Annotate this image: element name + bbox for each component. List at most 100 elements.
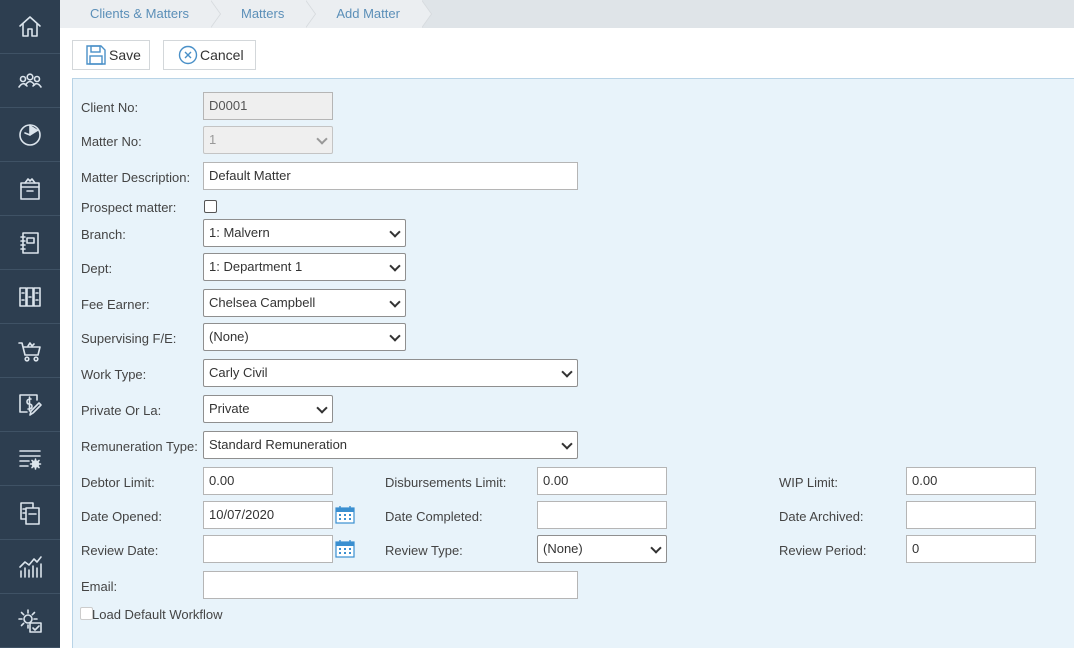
chevron-down-icon bbox=[561, 366, 573, 378]
email-label: Email: bbox=[81, 579, 118, 594]
sidebar-item-library[interactable] bbox=[0, 270, 60, 324]
remuneration-type-select[interactable]: Standard Remuneration bbox=[203, 431, 578, 459]
system-settings-icon bbox=[18, 608, 42, 633]
work-type-value: Carly Civil bbox=[209, 365, 268, 380]
sidebar-item-documents[interactable] bbox=[0, 486, 60, 540]
sidebar-item-notebook[interactable] bbox=[0, 216, 60, 270]
wip-limit-field[interactable]: 0.00 bbox=[906, 467, 1036, 495]
remuneration-type-label: Remuneration Type: bbox=[81, 439, 198, 454]
review-period-field[interactable]: 0 bbox=[906, 535, 1036, 563]
sidebar-item-archive[interactable] bbox=[0, 162, 60, 216]
date-completed-label: Date Completed: bbox=[385, 509, 483, 524]
chevron-down-icon bbox=[389, 260, 401, 272]
cancel-icon bbox=[178, 45, 198, 65]
add-matter-form: Client No: D0001 Matter No: 1 Matter Des… bbox=[72, 78, 1074, 648]
prospect-matter-checkbox[interactable] bbox=[204, 200, 217, 213]
client-no-label: Client No: bbox=[81, 100, 139, 115]
sidebar bbox=[0, 0, 60, 648]
date-archived-label: Date Archived: bbox=[779, 509, 864, 524]
date-completed-field[interactable] bbox=[537, 501, 667, 529]
sidebar-item-time[interactable] bbox=[0, 108, 60, 162]
cancel-button[interactable]: Cancel bbox=[163, 40, 256, 70]
save-button[interactable]: Save bbox=[72, 40, 150, 70]
review-date-label: Review Date: bbox=[81, 543, 159, 558]
matter-no-select[interactable]: 1 bbox=[203, 126, 333, 154]
work-type-label: Work Type: bbox=[81, 367, 147, 382]
fee-earner-label: Fee Earner: bbox=[81, 297, 150, 312]
chevron-down-icon bbox=[389, 330, 401, 342]
sidebar-item-system[interactable] bbox=[0, 594, 60, 648]
wip-limit-label: WIP Limit: bbox=[779, 475, 838, 490]
dept-value: 1: Department 1 bbox=[209, 259, 303, 274]
debtor-limit-label: Debtor Limit: bbox=[81, 475, 155, 490]
notebook-icon bbox=[20, 231, 39, 254]
library-icon bbox=[19, 286, 41, 307]
list-settings-icon bbox=[19, 449, 42, 470]
home-icon bbox=[19, 15, 41, 37]
cart-icon bbox=[18, 341, 41, 362]
sidebar-item-purchases[interactable] bbox=[0, 324, 60, 378]
reports-chart-icon bbox=[19, 555, 42, 578]
branch-label: Branch: bbox=[81, 227, 126, 242]
documents-icon bbox=[20, 501, 40, 525]
chevron-down-icon bbox=[316, 402, 328, 414]
dept-label: Dept: bbox=[81, 261, 113, 276]
billing-icon bbox=[19, 393, 42, 416]
work-type-select[interactable]: Carly Civil bbox=[203, 359, 578, 387]
matter-no-value: 1 bbox=[209, 132, 217, 147]
matter-no-label: Matter No: bbox=[81, 134, 142, 149]
debtor-limit-field[interactable]: 0.00 bbox=[203, 467, 333, 495]
review-type-select[interactable]: (None) bbox=[537, 535, 667, 563]
date-archived-field[interactable] bbox=[906, 501, 1036, 529]
load-default-workflow-label: Load Default Workflow bbox=[92, 607, 223, 622]
calendar-icon[interactable] bbox=[335, 540, 355, 558]
chevron-down-icon bbox=[316, 133, 328, 145]
chevron-down-icon bbox=[389, 226, 401, 238]
breadcrumb: Clients & Matters Matters Add Matter bbox=[60, 0, 1074, 28]
sidebar-item-billing[interactable] bbox=[0, 378, 60, 432]
sidebar-item-clients[interactable] bbox=[0, 54, 60, 108]
save-icon bbox=[86, 45, 106, 65]
email-field[interactable] bbox=[203, 571, 578, 599]
toolbar: Save Cancel bbox=[60, 28, 1074, 78]
save-label: Save bbox=[109, 47, 141, 63]
breadcrumb-matters[interactable]: Matters bbox=[210, 0, 317, 28]
date-opened-label: Date Opened: bbox=[81, 509, 162, 524]
sidebar-item-reports[interactable] bbox=[0, 540, 60, 594]
dept-select[interactable]: 1: Department 1 bbox=[203, 253, 406, 281]
private-or-la-value: Private bbox=[209, 401, 250, 416]
client-no-field[interactable]: D0001 bbox=[203, 92, 333, 120]
chevron-down-icon bbox=[389, 296, 401, 308]
branch-select[interactable]: 1: Malvern bbox=[203, 219, 406, 247]
branch-value: 1: Malvern bbox=[209, 225, 270, 240]
remuneration-type-value: Standard Remuneration bbox=[209, 437, 348, 452]
supervising-fe-label: Supervising F/E: bbox=[81, 331, 177, 346]
disbursements-limit-label: Disbursements Limit: bbox=[385, 475, 507, 490]
fee-earner-value: Chelsea Campbell bbox=[209, 295, 316, 310]
cancel-label: Cancel bbox=[200, 47, 244, 63]
calendar-icon[interactable] bbox=[335, 506, 355, 524]
breadcrumb-add-matter: Add Matter bbox=[306, 0, 432, 28]
private-or-la-label: Private Or La: bbox=[81, 403, 162, 418]
chevron-down-icon bbox=[650, 542, 662, 554]
chevron-down-icon bbox=[561, 438, 573, 450]
fee-earner-select[interactable]: Chelsea Campbell bbox=[203, 289, 406, 317]
date-opened-field[interactable]: 10/07/2020 bbox=[203, 501, 333, 529]
supervising-fe-select[interactable]: (None) bbox=[203, 323, 406, 351]
review-type-label: Review Type: bbox=[385, 543, 463, 558]
prospect-matter-label: Prospect matter: bbox=[81, 200, 177, 215]
breadcrumb-clients-matters[interactable]: Clients & Matters bbox=[60, 0, 221, 28]
sidebar-item-settings-list[interactable] bbox=[0, 432, 60, 486]
archive-box-icon bbox=[20, 177, 40, 200]
sidebar-item-home[interactable] bbox=[0, 0, 60, 54]
review-date-field[interactable] bbox=[203, 535, 333, 563]
matter-description-field[interactable]: Default Matter bbox=[203, 162, 578, 190]
clock-icon bbox=[19, 123, 41, 146]
review-type-value: (None) bbox=[543, 541, 583, 556]
people-icon bbox=[18, 72, 42, 88]
matter-description-label: Matter Description: bbox=[81, 170, 191, 185]
supervising-fe-value: (None) bbox=[209, 329, 249, 344]
disbursements-limit-field[interactable]: 0.00 bbox=[537, 467, 667, 495]
private-or-la-select[interactable]: Private bbox=[203, 395, 333, 423]
review-period-label: Review Period: bbox=[779, 543, 867, 558]
